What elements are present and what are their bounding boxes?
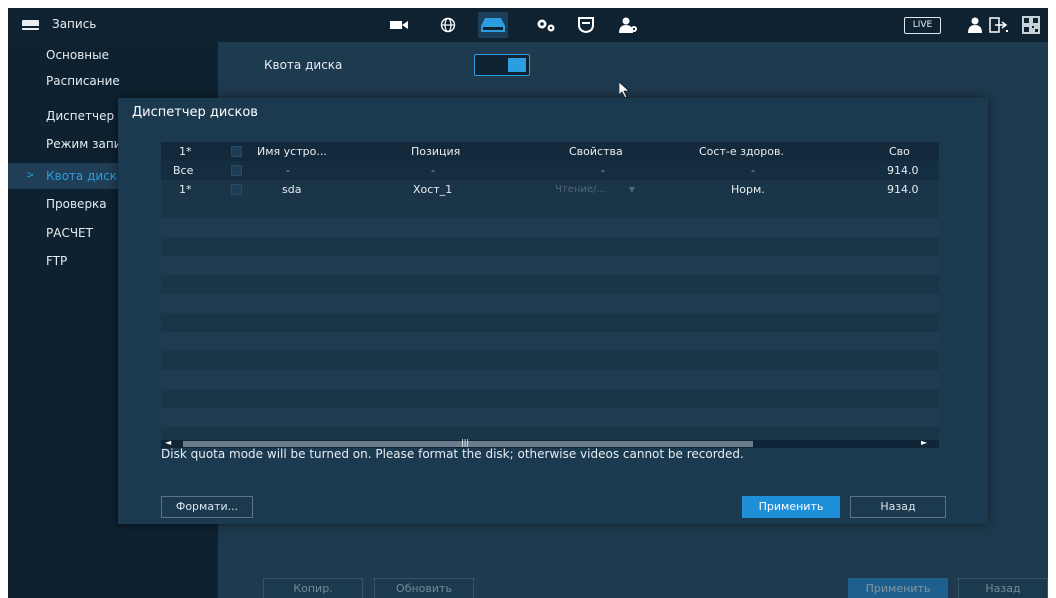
sidebar-item-schedule[interactable]: Расписание xyxy=(8,68,218,94)
live-label: LIVE xyxy=(912,20,933,30)
table-row[interactable]: Все - - - - 914.0 xyxy=(161,161,939,180)
sidebar-item-basic[interactable]: Основные xyxy=(8,42,218,68)
back-button[interactable]: Назад xyxy=(850,496,946,518)
page-title: Запись xyxy=(52,17,97,31)
chevron-right-icon: > xyxy=(26,170,35,181)
empty-row xyxy=(161,370,939,389)
table-row[interactable]: 1* sda Хост_1 Чтение/... ▼ Норм. 914.0 xyxy=(161,180,939,199)
dialog-title: Диспетчер дисков xyxy=(132,105,258,120)
empty-row xyxy=(161,313,939,332)
sidebar-item-label: РАСЧЕТ xyxy=(46,226,93,240)
column-header-num[interactable]: 1* xyxy=(179,142,209,161)
format-button[interactable]: Формати... xyxy=(161,496,253,518)
device-name: sda xyxy=(282,183,302,196)
mouse-cursor-icon xyxy=(619,82,630,98)
sidebar-item-label: Расписание xyxy=(46,74,120,88)
sidebar-item-label: Основные xyxy=(46,48,110,62)
toggle-knob xyxy=(508,58,526,72)
sidebar-item-label: Диспетчер xyxy=(46,109,115,123)
empty-row xyxy=(161,256,939,275)
empty-row xyxy=(161,237,939,256)
record-icon xyxy=(22,20,39,30)
empty-row xyxy=(161,351,939,370)
chevron-down-icon: ▼ xyxy=(628,185,635,194)
storage-icon[interactable] xyxy=(478,12,508,38)
apply-button[interactable]: Применить xyxy=(742,496,840,518)
qr-code-icon[interactable] xyxy=(1018,16,1044,34)
column-header-properties[interactable]: Свойства xyxy=(569,142,659,161)
camera-icon[interactable] xyxy=(389,16,409,34)
position: Хост_1 xyxy=(413,183,453,196)
recording-settings-screen: Запись LIVE Основные Расписание Диспетче… xyxy=(8,8,1048,598)
properties-value: Чтение/... xyxy=(555,184,606,195)
column-header-health[interactable]: Сост-е здоров. xyxy=(699,142,819,161)
shield-icon[interactable] xyxy=(576,16,596,34)
scroll-right-icon[interactable]: ► xyxy=(921,438,927,447)
disk-quota-toggle[interactable] xyxy=(474,54,530,76)
column-header-position[interactable]: Позиция xyxy=(411,142,501,161)
free-space: 914.0 xyxy=(887,183,919,196)
row-num: Все xyxy=(173,164,194,177)
empty-row xyxy=(161,199,939,218)
live-button[interactable]: LIVE xyxy=(904,17,941,34)
table-header-row: 1* Имя устро... Позиция Свойства Сост-е … xyxy=(161,142,939,161)
select-all-checkbox[interactable] xyxy=(231,146,242,157)
bottom-apply-button[interactable]: Применить xyxy=(848,578,948,598)
network-icon[interactable] xyxy=(438,16,458,34)
row-checkbox[interactable] xyxy=(231,184,242,195)
disk-table: 1* Имя устро... Позиция Свойства Сост-е … xyxy=(161,142,939,448)
column-header-free-space[interactable]: Сво xyxy=(889,142,939,161)
health-status: Норм. xyxy=(731,183,765,196)
empty-row xyxy=(161,275,939,294)
device-name: - xyxy=(286,164,290,177)
empty-row xyxy=(161,294,939,313)
empty-row xyxy=(161,332,939,351)
logout-icon[interactable] xyxy=(988,16,1010,34)
settings-icon[interactable] xyxy=(535,16,557,34)
user-icon[interactable] xyxy=(966,16,984,34)
sidebar-item-label: FTP xyxy=(46,254,68,268)
row-checkbox[interactable] xyxy=(231,165,242,176)
refresh-button[interactable]: Обновить xyxy=(374,578,474,598)
sidebar-item-label: Проверка xyxy=(46,197,107,211)
column-header-device-name[interactable]: Имя устро... xyxy=(257,142,367,161)
free-space: 914.0 xyxy=(887,164,919,177)
disk-quota-label: Квота диска xyxy=(264,58,343,72)
bottom-back-button[interactable]: Назад xyxy=(958,578,1048,598)
top-bar: Запись LIVE xyxy=(8,8,1048,42)
empty-row xyxy=(161,389,939,408)
copy-button[interactable]: Копир. xyxy=(263,578,363,598)
account-icon[interactable] xyxy=(618,16,640,34)
properties: - xyxy=(601,164,605,177)
format-notice: Disk quota mode will be turned on. Pleas… xyxy=(161,447,744,461)
position: - xyxy=(431,164,435,177)
sidebar-item-label: Квота диска xyxy=(46,169,125,183)
empty-row xyxy=(161,408,939,427)
empty-row xyxy=(161,218,939,237)
disk-manager-dialog: Диспетчер дисков 1* Имя устро... Позиция… xyxy=(118,98,988,524)
properties-dropdown[interactable]: Чтение/... ▼ xyxy=(551,181,643,198)
row-num: 1* xyxy=(179,183,192,196)
health-status: - xyxy=(751,164,755,177)
